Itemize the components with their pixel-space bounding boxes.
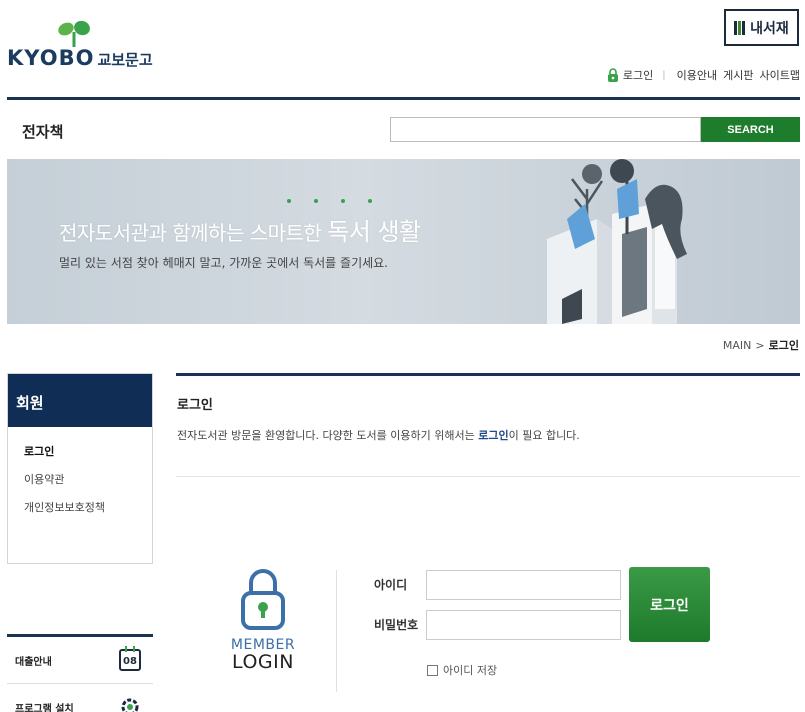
id-label: 아이디	[374, 578, 408, 592]
sidebar-heading: 회원	[8, 374, 152, 427]
kyobo-logo[interactable]: KYOBO 교보문고	[7, 20, 153, 70]
utility-nav: 로그인 | 이용안내 게시판 사이트맵	[607, 67, 800, 83]
content-separator	[176, 476, 800, 477]
breadcrumb-separator: >	[755, 338, 765, 352]
content-divider	[176, 373, 800, 376]
util-guide-label: 이용안내	[676, 69, 718, 82]
login-button[interactable]: 로그인	[629, 567, 710, 642]
util-sitemap-label: 사이트맵	[759, 69, 800, 82]
logo-korean: 교보문고	[97, 51, 153, 69]
member-login-emblem: MEMBER LOGIN	[228, 565, 298, 675]
util-login-label: 로그인	[622, 69, 654, 82]
header-divider	[7, 97, 800, 100]
banner-headline-part1: 전자도서관과 함께하는 스마트한	[59, 221, 328, 245]
sidebar-item-privacy[interactable]: 개인정보보호정책	[24, 499, 152, 527]
my-library-button[interactable]: 내서재	[724, 9, 799, 46]
gear-icon	[121, 698, 139, 712]
search-button[interactable]: SEARCH	[701, 117, 800, 142]
lock-icon	[607, 68, 618, 82]
quick-links: 대출안내 08 프로그램 설치	[7, 634, 153, 712]
books-icon	[734, 20, 746, 35]
quick-link-program-install[interactable]: 프로그램 설치	[7, 684, 153, 712]
banner-subline: 멀리 있는 서점 찾아 헤매지 말고, 가까운 곳에서 독서를 즐기세요.	[59, 256, 389, 270]
breadcrumb-root[interactable]: MAIN	[723, 339, 752, 352]
breadcrumb: MAIN > 로그인	[723, 337, 799, 353]
login-text: LOGIN	[232, 651, 294, 673]
my-library-label: 내서재	[750, 20, 789, 37]
remember-id-label: 아이디 저장	[443, 664, 498, 677]
password-input[interactable]	[426, 610, 621, 640]
util-board-label: 게시판	[723, 69, 754, 82]
sidebar-item-terms[interactable]: 이용약관	[24, 471, 152, 499]
search-input[interactable]	[390, 117, 701, 142]
breadcrumb-current: 로그인	[768, 339, 799, 352]
id-input[interactable]	[426, 570, 621, 600]
sidebar-item-login[interactable]: 로그인	[24, 443, 152, 471]
password-label: 비밀번호	[374, 618, 419, 632]
page-title: 로그인	[177, 398, 213, 413]
sidebar: 회원 로그인 이용약관 개인정보보호정책	[7, 373, 153, 564]
banner-headline-part2: 독서 생활	[327, 218, 421, 246]
banner-headline: 전자도서관과 함께하는 스마트한 독서 생활	[59, 212, 421, 247]
desc-highlight: 로그인	[478, 429, 509, 442]
checkbox-box[interactable]	[427, 664, 438, 676]
logo-latin: KYOBO	[7, 46, 95, 70]
util-sitemap-link[interactable]: 사이트맵	[760, 67, 800, 83]
section-title: 전자책	[22, 123, 64, 141]
hero-banner: 전자도서관과 함께하는 스마트한 독서 생활 멀리 있는 서점 찾아 헤매지 말…	[7, 159, 800, 324]
banner-dots	[287, 199, 372, 203]
util-divider: |	[662, 69, 666, 81]
padlock-icon	[241, 569, 285, 630]
form-divider	[336, 570, 337, 692]
desc-after: 이 필요 합니다.	[508, 429, 580, 442]
sidebar-menu: 로그인 이용약관 개인정보보호정책	[8, 427, 152, 527]
remember-id-checkbox[interactable]: 아이디 저장	[427, 662, 497, 678]
quick-link-loan-label: 대출안내	[15, 656, 52, 668]
logo-wordmark: KYOBO 교보문고	[7, 46, 153, 70]
quick-link-program-label: 프로그램 설치	[15, 703, 74, 712]
books-illustration	[547, 159, 687, 324]
util-guide-link[interactable]: 이용안내	[677, 67, 717, 83]
quick-link-loan-guide[interactable]: 대출안내 08	[7, 637, 153, 684]
sprout-icon	[58, 20, 90, 47]
util-login-link[interactable]: 로그인	[607, 67, 653, 83]
page-description: 전자도서관 방문을 환영합니다. 다양한 도서를 이용하기 위해서는 로그인이 …	[177, 427, 580, 443]
desc-before: 전자도서관 방문을 환영합니다. 다양한 도서를 이용하기 위해서는	[177, 429, 479, 442]
util-board-link[interactable]: 게시판	[723, 67, 753, 83]
calendar-icon: 08	[119, 646, 141, 671]
